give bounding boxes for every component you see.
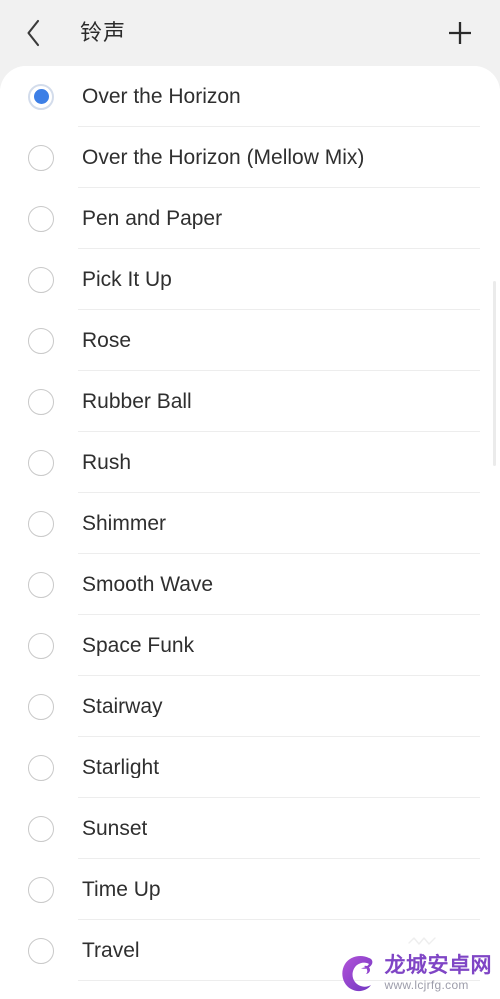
row-divider bbox=[78, 980, 480, 981]
ringtone-label: Stairway bbox=[82, 696, 163, 717]
ringtone-label: Starlight bbox=[82, 757, 160, 778]
ringtone-label: Travel bbox=[82, 940, 140, 961]
radio-unselected-icon[interactable] bbox=[28, 693, 54, 720]
ringtone-label: Sunset bbox=[82, 818, 148, 839]
ringtone-label: Smooth Wave bbox=[82, 574, 214, 595]
radio-selected-icon[interactable] bbox=[28, 83, 54, 110]
radio-unselected-icon[interactable] bbox=[28, 266, 54, 293]
page-title: 铃声 bbox=[80, 20, 127, 45]
ringtone-label: Rose bbox=[82, 330, 132, 351]
radio-unselected-icon[interactable] bbox=[28, 388, 54, 415]
ringtone-row[interactable]: Stairway bbox=[0, 676, 500, 737]
ringtone-label: Rush bbox=[82, 452, 132, 473]
ringtone-row[interactable]: Smooth Wave bbox=[0, 554, 500, 615]
ringtone-row[interactable]: Over the Horizon (Mellow Mix) bbox=[0, 127, 500, 188]
scrollbar-track[interactable] bbox=[493, 206, 498, 859]
ringtone-row[interactable]: Pick It Up bbox=[0, 249, 500, 310]
ringtone-row[interactable]: Rubber Ball bbox=[0, 371, 500, 432]
ringtone-row[interactable]: Sunset bbox=[0, 798, 500, 859]
radio-unselected-icon[interactable] bbox=[28, 144, 54, 171]
ringtone-row[interactable]: Starlight bbox=[0, 737, 500, 798]
ringtone-row[interactable]: Space Funk bbox=[0, 615, 500, 676]
ringtone-card: Over the Horizon Over the Horizon (Mellow… bbox=[0, 66, 500, 999]
ringtone-row[interactable]: Time Up bbox=[0, 859, 500, 920]
app-header: 铃声 bbox=[0, 0, 500, 66]
radio-unselected-icon[interactable] bbox=[28, 815, 54, 842]
ringtone-label: Rubber Ball bbox=[82, 391, 192, 412]
ringtone-label: Pick It Up bbox=[82, 269, 172, 290]
radio-unselected-icon[interactable] bbox=[28, 571, 54, 598]
scrollbar-thumb[interactable] bbox=[493, 281, 496, 466]
chevron-left-icon bbox=[24, 18, 42, 48]
radio-unselected-icon[interactable] bbox=[28, 876, 54, 903]
radio-unselected-icon[interactable] bbox=[28, 205, 54, 232]
ringtone-row[interactable]: Rush bbox=[0, 432, 500, 493]
ringtone-row[interactable]: Pen and Paper bbox=[0, 188, 500, 249]
ringtone-label: Pen and Paper bbox=[82, 208, 223, 229]
ringtone-label: Time Up bbox=[82, 879, 161, 900]
ringtone-row[interactable]: Shimmer bbox=[0, 493, 500, 554]
radio-unselected-icon[interactable] bbox=[28, 449, 54, 476]
ringtone-label: Over the Horizon (Mellow Mix) bbox=[82, 147, 365, 168]
ringtone-row[interactable]: Over the Horizon bbox=[0, 66, 500, 127]
ringtone-row[interactable]: Rose bbox=[0, 310, 500, 371]
radio-unselected-icon[interactable] bbox=[28, 937, 54, 964]
radio-unselected-icon[interactable] bbox=[28, 754, 54, 781]
ringtone-row[interactable]: Travel bbox=[0, 920, 500, 981]
ringtone-label: Space Funk bbox=[82, 635, 195, 656]
squiggle-decoration bbox=[408, 937, 436, 945]
ringtone-list[interactable]: Over the Horizon Over the Horizon (Mellow… bbox=[0, 66, 500, 999]
ringtone-label: Shimmer bbox=[82, 513, 167, 534]
add-button[interactable] bbox=[442, 15, 478, 51]
back-button[interactable] bbox=[24, 15, 54, 51]
plus-icon bbox=[445, 18, 475, 48]
ringtone-label: Over the Horizon bbox=[82, 86, 241, 107]
radio-unselected-icon[interactable] bbox=[28, 327, 54, 354]
radio-unselected-icon[interactable] bbox=[28, 510, 54, 537]
radio-unselected-icon[interactable] bbox=[28, 632, 54, 659]
